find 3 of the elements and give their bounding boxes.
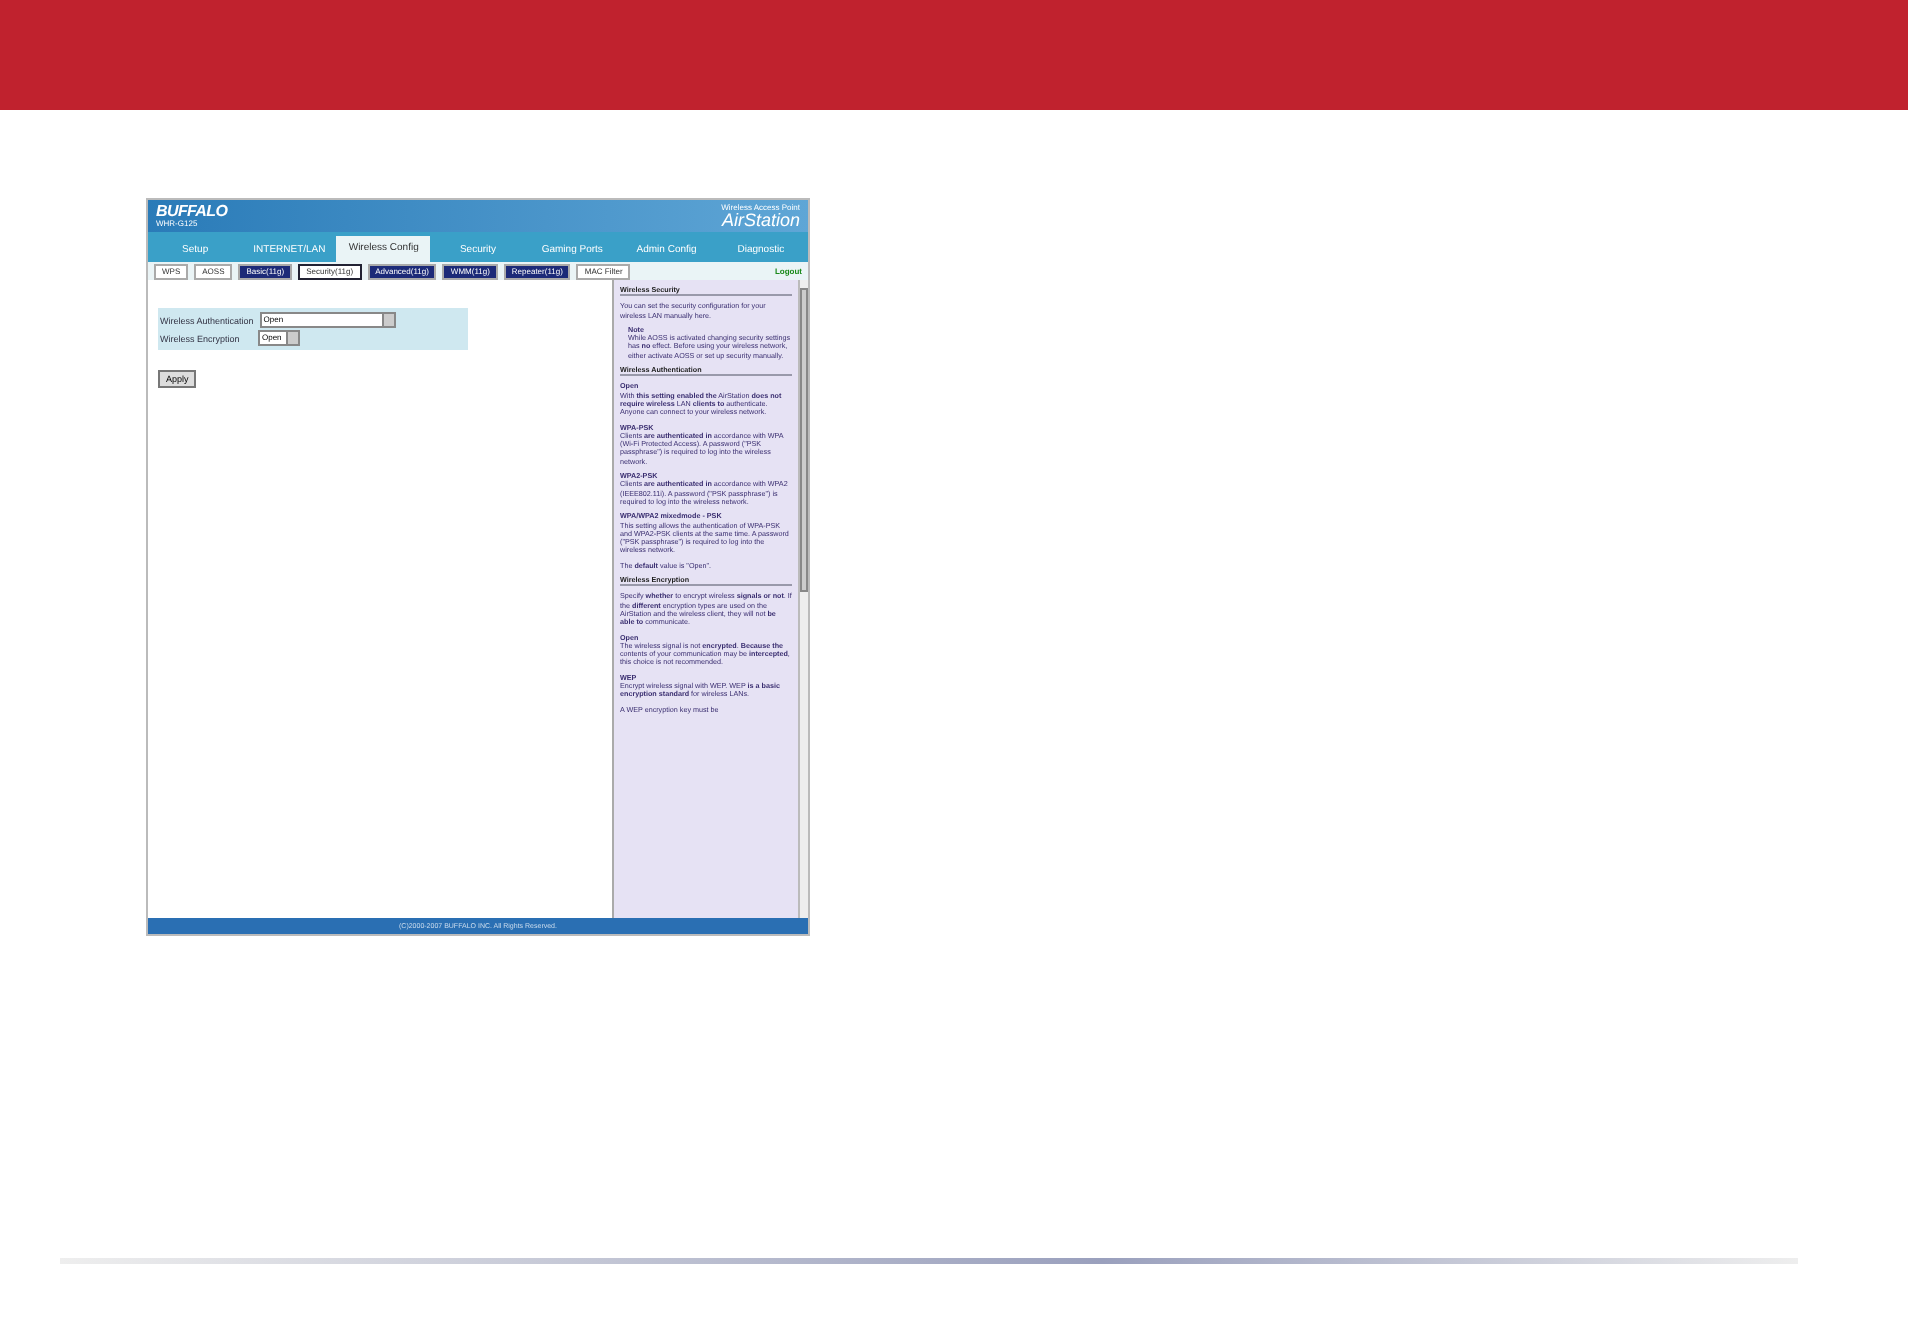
brand-logo: BUFFALO [156,204,228,218]
product-name: AirStation [721,212,800,230]
scrollbar[interactable] [798,280,808,918]
